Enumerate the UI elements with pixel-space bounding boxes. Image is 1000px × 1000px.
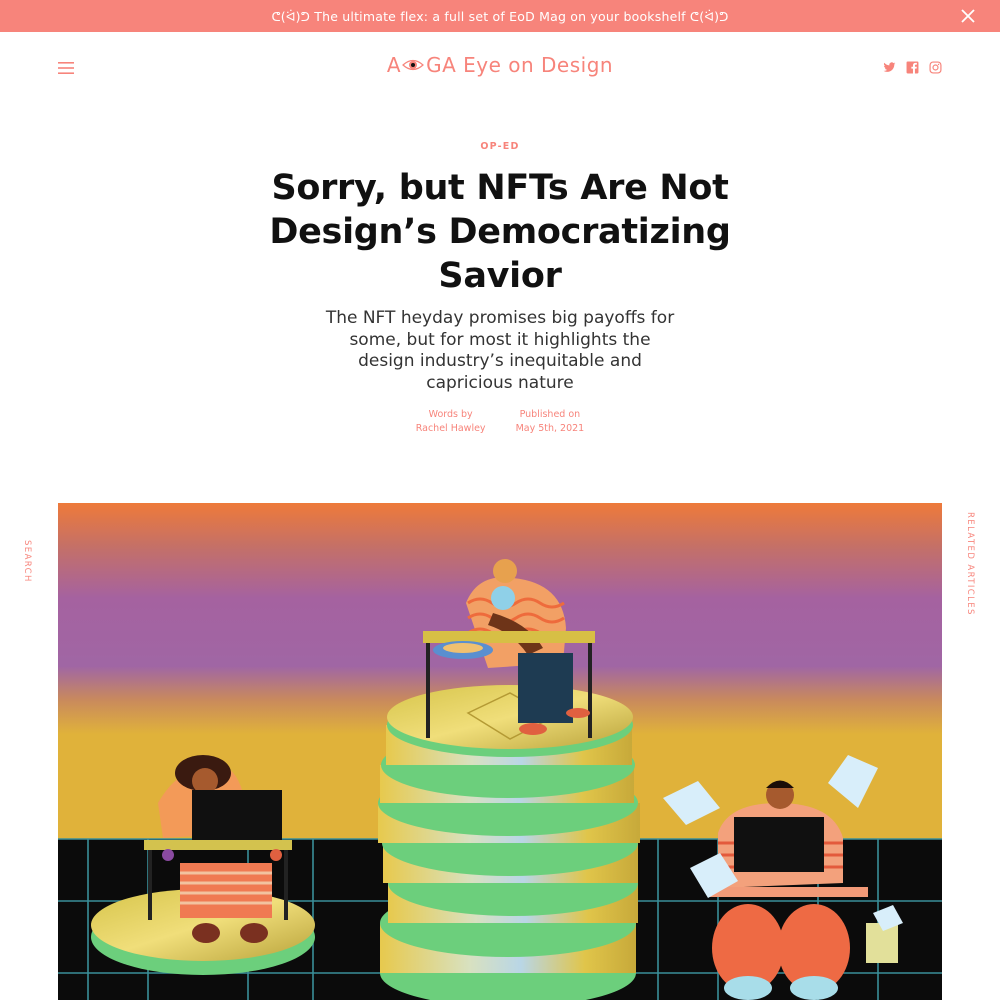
side-related-articles-link[interactable]: RELATED ARTICLES xyxy=(965,512,975,616)
promo-banner: ᕦ(ᐛ)ᕤ The ultimate flex: a full set of E… xyxy=(0,0,1000,32)
date-block: Published on May 5th, 2021 xyxy=(516,408,585,436)
logo-letter: A xyxy=(386,53,402,77)
logo-wordmark: GA Eye on Design xyxy=(426,53,614,77)
subtitle-line: design industry’s inequitable and xyxy=(358,351,642,371)
facebook-icon[interactable] xyxy=(906,61,919,74)
subtitle-line: The NFT heyday promises big payoffs for xyxy=(325,308,675,328)
title-line: Design’s Democratizing xyxy=(269,212,731,252)
author-name[interactable]: Rachel Hawley xyxy=(416,422,486,436)
article-subtitle: The NFT heyday promises big payoffs for … xyxy=(310,308,690,394)
close-icon[interactable] xyxy=(960,8,976,24)
author-label: Words by xyxy=(428,409,473,420)
social-links xyxy=(883,61,942,74)
instagram-icon[interactable] xyxy=(929,61,942,74)
article-title: Sorry, but NFTs Are Not Design’s Democra… xyxy=(250,166,750,298)
subtitle-line: capricious nature xyxy=(426,372,574,393)
hero-illustration xyxy=(58,503,942,1000)
eye-logo-icon xyxy=(402,59,424,71)
title-line: Sorry, but NFTs Are Not xyxy=(271,168,729,208)
twitter-icon[interactable] xyxy=(883,61,896,74)
article-category[interactable]: OP-ED xyxy=(0,141,1000,152)
hero-illustration-art xyxy=(58,503,942,1000)
date-label: Published on xyxy=(519,409,581,420)
title-line: Savior xyxy=(438,256,562,296)
subtitle-line: some, but for most it highlights the xyxy=(349,329,651,350)
article-meta: Words by Rachel Hawley Published on May … xyxy=(0,408,1000,436)
site-logo[interactable]: A GA Eye on Design xyxy=(0,53,1000,77)
author-block: Words by Rachel Hawley xyxy=(416,408,486,436)
promo-text: ᕦ(ᐛ)ᕤ The ultimate flex: a full set of E… xyxy=(271,8,729,24)
publish-date: May 5th, 2021 xyxy=(515,423,585,434)
side-search-link[interactable]: SEARCH xyxy=(22,540,32,583)
